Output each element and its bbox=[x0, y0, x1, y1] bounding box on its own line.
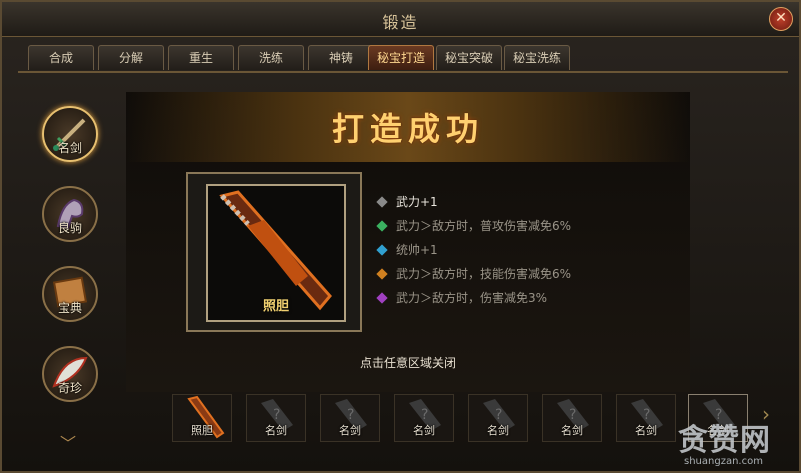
svg-text:?: ? bbox=[421, 407, 428, 423]
item-slot[interactable]: ? 名剑 bbox=[542, 394, 602, 442]
gem-icon bbox=[376, 268, 388, 280]
chevron-down-icon[interactable]: ﹀ bbox=[60, 430, 76, 454]
svg-text:?: ? bbox=[569, 407, 576, 423]
item-image: 照胆 bbox=[206, 184, 346, 322]
item-slot[interactable]: ? 名剑 bbox=[246, 394, 306, 442]
sidebar-item-sword[interactable]: 名剑 ▶ bbox=[42, 106, 141, 170]
tab-decompose[interactable]: 分解 bbox=[98, 45, 164, 70]
item-slot[interactable]: 照胆 bbox=[172, 394, 232, 442]
slot-label: 名剑 bbox=[413, 424, 435, 437]
stat-line: 统帅+1 bbox=[376, 238, 676, 262]
stat-text: 武力＞敌方时，伤害减免3% bbox=[396, 291, 548, 305]
gem-icon bbox=[376, 220, 388, 232]
svg-text:?: ? bbox=[495, 407, 502, 423]
svg-text:?: ? bbox=[347, 407, 354, 423]
item-slot[interactable]: ? 名剑 bbox=[468, 394, 528, 442]
close-button[interactable]: ✕ bbox=[769, 7, 793, 31]
banner-title: 打造成功 bbox=[331, 110, 484, 148]
gem-icon bbox=[376, 196, 388, 208]
close-hint: 点击任意区域关闭 bbox=[359, 356, 456, 370]
stat-line: 武力＞敌方时，技能伤害减免6% bbox=[376, 262, 676, 286]
window-title: 锻造 bbox=[382, 13, 419, 32]
forge-window: 锻造 ✕ 合成 分解 重生 洗练 神铸 秘宝打造 秘宝突破 秘宝洗练 名剑 ▶ … bbox=[0, 0, 801, 473]
category-sidebar: 名剑 ▶ 良驹 宝典 奇珍 ﹀ bbox=[16, 82, 141, 462]
sidebar-item-label: 良驹 bbox=[57, 221, 82, 235]
slot-label: 名剑 bbox=[561, 424, 583, 437]
success-banner: 打造成功 bbox=[126, 92, 690, 162]
item-name: 照胆 bbox=[262, 299, 289, 314]
slot-label: 照胆 bbox=[191, 424, 213, 437]
sidebar-item-treasure[interactable]: 奇珍 bbox=[42, 346, 98, 402]
svg-text:?: ? bbox=[643, 407, 650, 423]
item-slot[interactable]: ? 名剑 bbox=[320, 394, 380, 442]
gem-icon bbox=[376, 244, 388, 256]
forge-result-panel[interactable]: 打造成功 照胆 武力+1 武力＞敌方时，普攻伤害减免6% 统帅+1 武力＞敌方时… bbox=[126, 92, 690, 392]
sidebar-item-label: 宝典 bbox=[57, 301, 82, 315]
stats-list: 武力+1 武力＞敌方时，普攻伤害减免6% 统帅+1 武力＞敌方时，技能伤害减免6… bbox=[376, 190, 676, 310]
sidebar-item-label: 名剑 bbox=[57, 141, 82, 155]
stat-text: 武力+1 bbox=[396, 195, 438, 209]
gem-icon bbox=[376, 292, 388, 304]
item-slot[interactable]: ? 名剑 bbox=[616, 394, 676, 442]
sidebar-item-horse[interactable]: 良驹 bbox=[42, 186, 98, 242]
sidebar-item-book[interactable]: 宝典 bbox=[42, 266, 98, 322]
sidebar-item-label: 奇珍 bbox=[57, 381, 82, 395]
slot-label: 名剑 bbox=[339, 424, 361, 437]
slot-label: 名剑 bbox=[487, 424, 509, 437]
stat-line: 武力＞敌方时，普攻伤害减免6% bbox=[376, 214, 676, 238]
title-bar: 锻造 ✕ bbox=[2, 2, 799, 37]
item-slot[interactable]: ? 名剑 bbox=[394, 394, 454, 442]
slot-label: 名剑 bbox=[635, 424, 657, 437]
tab-synthesize[interactable]: 合成 bbox=[28, 45, 94, 70]
tab-treasure-breakthrough[interactable]: 秘宝突破 bbox=[436, 45, 502, 70]
stat-text: 统帅+1 bbox=[396, 243, 438, 257]
stat-text: 武力＞敌方时，技能伤害减免6% bbox=[396, 267, 572, 281]
svg-text:?: ? bbox=[273, 407, 280, 423]
watermark-url: shuangzan.com bbox=[684, 456, 763, 467]
tab-rebirth[interactable]: 重生 bbox=[168, 45, 234, 70]
slot-label: 名剑 bbox=[265, 424, 287, 437]
watermark-logo: 贪赞网 bbox=[678, 423, 771, 458]
stat-text: 武力＞敌方时，普攻伤害减免6% bbox=[396, 219, 572, 233]
tab-divine-forge[interactable]: 神铸 bbox=[308, 45, 374, 70]
tab-divider bbox=[18, 71, 788, 73]
stat-line: 武力＞敌方时，伤害减免3% bbox=[376, 286, 676, 310]
tab-treasure-refine[interactable]: 秘宝洗练 bbox=[504, 45, 570, 70]
tab-treasure-forge[interactable]: 秘宝打造 bbox=[368, 45, 434, 70]
tab-refine[interactable]: 洗练 bbox=[238, 45, 304, 70]
stat-line: 武力+1 bbox=[376, 190, 676, 214]
item-frame: 照胆 bbox=[186, 172, 362, 332]
